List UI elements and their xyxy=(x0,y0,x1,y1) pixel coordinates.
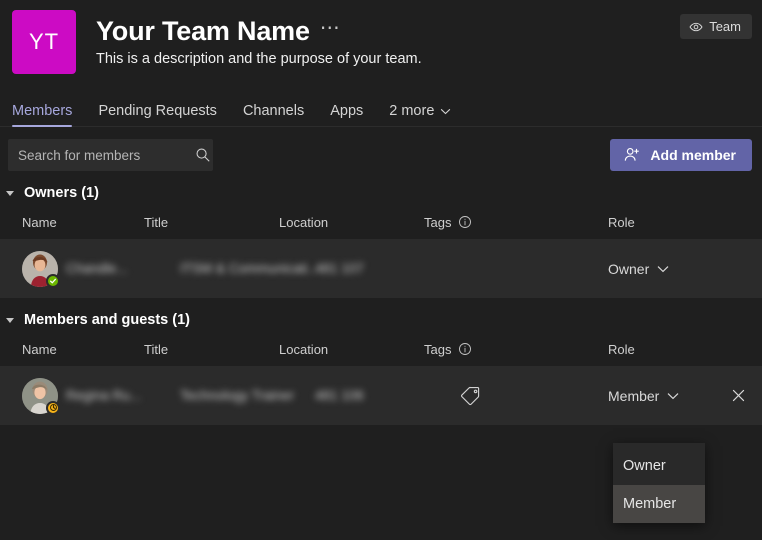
member-location: 481 106 xyxy=(315,388,460,403)
team-title-row: Your Team Name ⋯ xyxy=(96,16,422,47)
section-members-header[interactable]: Members and guests (1) xyxy=(0,312,762,328)
tab-members-label: Members xyxy=(12,103,72,119)
tab-apps[interactable]: Apps xyxy=(330,103,363,126)
team-description: This is a description and the purpose of… xyxy=(96,51,422,67)
role-value: Owner xyxy=(608,261,649,277)
members-column-headers: Name Title Location Tags Role xyxy=(0,332,762,366)
info-icon[interactable] xyxy=(458,215,472,229)
member-location: 481 107 xyxy=(315,261,460,276)
tab-bar: Members Pending Requests Channels Apps 2… xyxy=(0,96,762,127)
chevron-down-icon xyxy=(667,392,679,400)
column-header-tags: Tags xyxy=(424,342,608,357)
column-header-role: Role xyxy=(608,342,708,357)
role-dropdown-menu[interactable]: Owner Member xyxy=(613,443,705,523)
owners-column-headers: Name Title Location Tags Role xyxy=(0,205,762,239)
member-title: Technology Trainer xyxy=(180,388,315,403)
column-header-tags-label: Tags xyxy=(424,342,451,357)
tab-more-label: 2 more xyxy=(389,103,434,119)
remove-member-button[interactable] xyxy=(722,380,754,412)
team-avatar-initials: YT xyxy=(29,29,59,55)
ellipsis-icon[interactable]: ⋯ xyxy=(320,22,342,42)
column-header-tags-label: Tags xyxy=(424,215,451,230)
team-badge-label: Team xyxy=(709,19,741,34)
team-manage-page: YT Your Team Name ⋯ This is a descriptio… xyxy=(0,0,762,540)
section-members-count: (1) xyxy=(172,312,190,328)
chevron-down-icon xyxy=(440,108,451,115)
role-option-member[interactable]: Member xyxy=(613,485,705,523)
table-row[interactable]: Chandle... ITSM & Communicati... 481 107… xyxy=(0,239,762,298)
tab-apps-label: Apps xyxy=(330,103,363,119)
chevron-down-icon xyxy=(657,265,669,273)
role-dropdown-member[interactable]: Member xyxy=(608,388,708,404)
search-input[interactable] xyxy=(18,148,195,163)
role-dropdown-owner[interactable]: Owner xyxy=(608,261,708,277)
column-header-title: Title xyxy=(144,342,279,357)
table-row[interactable]: Regina Ru... Technology Trainer 481 106 … xyxy=(0,366,762,425)
tab-members[interactable]: Members xyxy=(12,103,72,126)
role-option-member-label: Member xyxy=(623,496,676,512)
add-member-button[interactable]: Add member xyxy=(610,139,752,171)
search-box[interactable] xyxy=(8,139,213,171)
column-header-role: Role xyxy=(608,215,708,230)
tag-icon[interactable] xyxy=(460,385,482,407)
member-name: Chandle... xyxy=(66,261,180,276)
section-owners: Owners (1) Name Title Location Tags Role xyxy=(0,185,762,298)
eye-icon xyxy=(689,20,703,34)
section-owners-title: Owners xyxy=(24,185,77,201)
role-option-owner[interactable]: Owner xyxy=(613,447,705,485)
column-header-location: Location xyxy=(279,342,424,357)
team-header-text: Your Team Name ⋯ This is a description a… xyxy=(96,10,422,67)
info-icon[interactable] xyxy=(458,342,472,356)
column-header-title: Title xyxy=(144,215,279,230)
avatar xyxy=(22,251,58,287)
page-title: Your Team Name xyxy=(96,16,310,47)
close-icon xyxy=(731,388,746,403)
member-title: ITSM & Communicati... xyxy=(180,261,315,276)
caret-down-icon[interactable] xyxy=(6,318,14,323)
column-header-location: Location xyxy=(279,215,424,230)
presence-badge-away xyxy=(46,401,60,415)
member-name: Regina Ru... xyxy=(66,388,180,403)
member-tags xyxy=(460,385,608,407)
add-member-label: Add member xyxy=(650,147,736,163)
members-toolbar: Add member xyxy=(0,127,762,171)
section-members-title: Members and guests xyxy=(24,312,168,328)
column-header-name: Name xyxy=(22,342,144,357)
team-type-badge[interactable]: Team xyxy=(680,14,752,39)
avatar xyxy=(22,378,58,414)
column-header-name: Name xyxy=(22,215,144,230)
role-option-owner-label: Owner xyxy=(623,458,666,474)
caret-down-icon[interactable] xyxy=(6,191,14,196)
tab-pending-requests[interactable]: Pending Requests xyxy=(98,103,217,126)
team-header: YT Your Team Name ⋯ This is a descriptio… xyxy=(0,0,762,74)
section-owners-header[interactable]: Owners (1) xyxy=(0,185,762,201)
presence-badge-available xyxy=(46,274,60,288)
search-icon[interactable] xyxy=(195,147,211,163)
person-add-icon xyxy=(623,146,641,164)
section-owners-count: (1) xyxy=(81,185,99,201)
team-avatar: YT xyxy=(12,10,76,74)
tab-channels[interactable]: Channels xyxy=(243,103,304,126)
tab-more[interactable]: 2 more xyxy=(389,103,451,126)
tab-pending-requests-label: Pending Requests xyxy=(98,103,217,119)
column-header-tags: Tags xyxy=(424,215,608,230)
role-value: Member xyxy=(608,388,659,404)
tab-channels-label: Channels xyxy=(243,103,304,119)
section-members-and-guests: Members and guests (1) Name Title Locati… xyxy=(0,312,762,425)
